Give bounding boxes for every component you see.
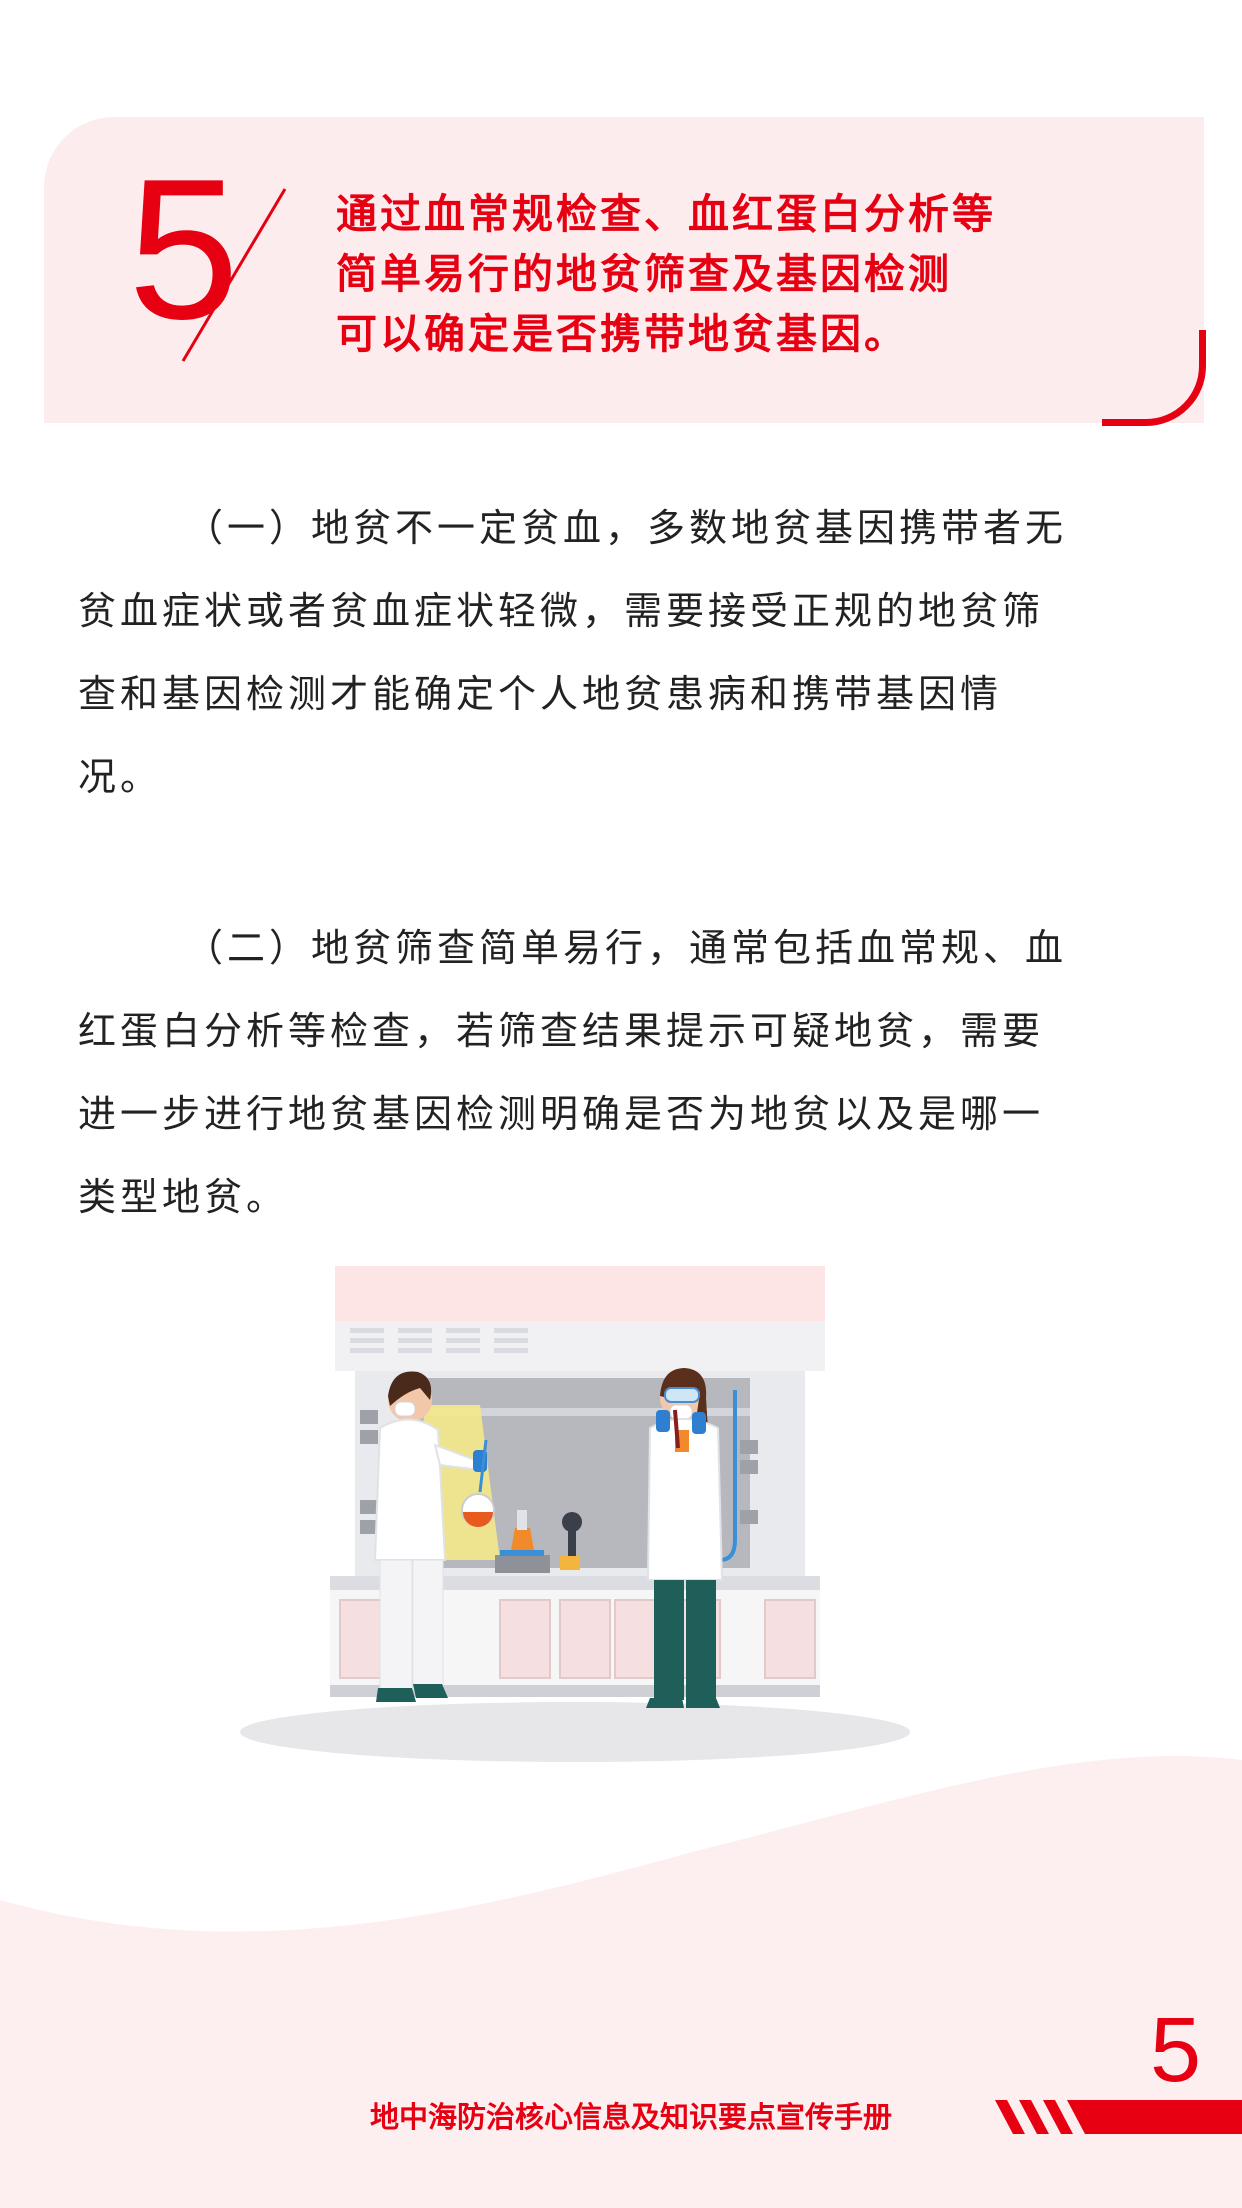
header-summary: 通过血常规检查、血红蛋白分析等 简单易行的地贫筛查及基因检测 可以确定是否携带地…: [336, 184, 1196, 364]
paragraph-line: 红蛋白分析等检查，若筛查结果提示可疑地贫，需要: [78, 1009, 1045, 1053]
paragraph-line: 况。: [78, 755, 163, 799]
header-line: 简单易行的地贫筛查及基因检测: [336, 250, 952, 298]
paragraph-line: 查和基因检测才能确定个人地贫患病和携带基因情: [78, 672, 1003, 716]
paragraph-line: 贫血症状或者贫血症状轻微，需要接受正规的地贫筛: [78, 589, 1045, 633]
header-line: 通过血常规检查、血红蛋白分析等: [336, 190, 996, 238]
paragraph-line: 类型地贫。: [78, 1175, 289, 1219]
paragraph-line: （二）地贫筛查简单易行，通常包括血常规、血: [185, 926, 1068, 970]
paragraph-2: （二）地贫筛查简单易行，通常包括血常规、血 红蛋白分析等检查，若筛查结果提示可疑…: [78, 907, 1168, 1239]
stripes-decoration: [995, 2100, 1242, 2134]
header-line: 可以确定是否携带地贫基因。: [336, 310, 908, 358]
page-number: 5: [1150, 1999, 1202, 2101]
paragraph-line: （一）地贫不一定贫血，多数地贫基因携带者无: [185, 506, 1068, 550]
footer-wave-decoration: [0, 1756, 1242, 2208]
paragraph-1: （一）地贫不一定贫血，多数地贫基因携带者无 贫血症状或者贫血症状轻微，需要接受正…: [78, 487, 1168, 819]
slash-decoration: [181, 188, 287, 362]
lab-scientists-illustration-icon: [240, 1266, 910, 1762]
paragraph-line: 进一步进行地贫基因检测明确是否为地贫以及是哪一: [78, 1092, 1045, 1136]
footer-title: 地中海防治核心信息及知识要点宣传手册: [370, 2100, 893, 2134]
